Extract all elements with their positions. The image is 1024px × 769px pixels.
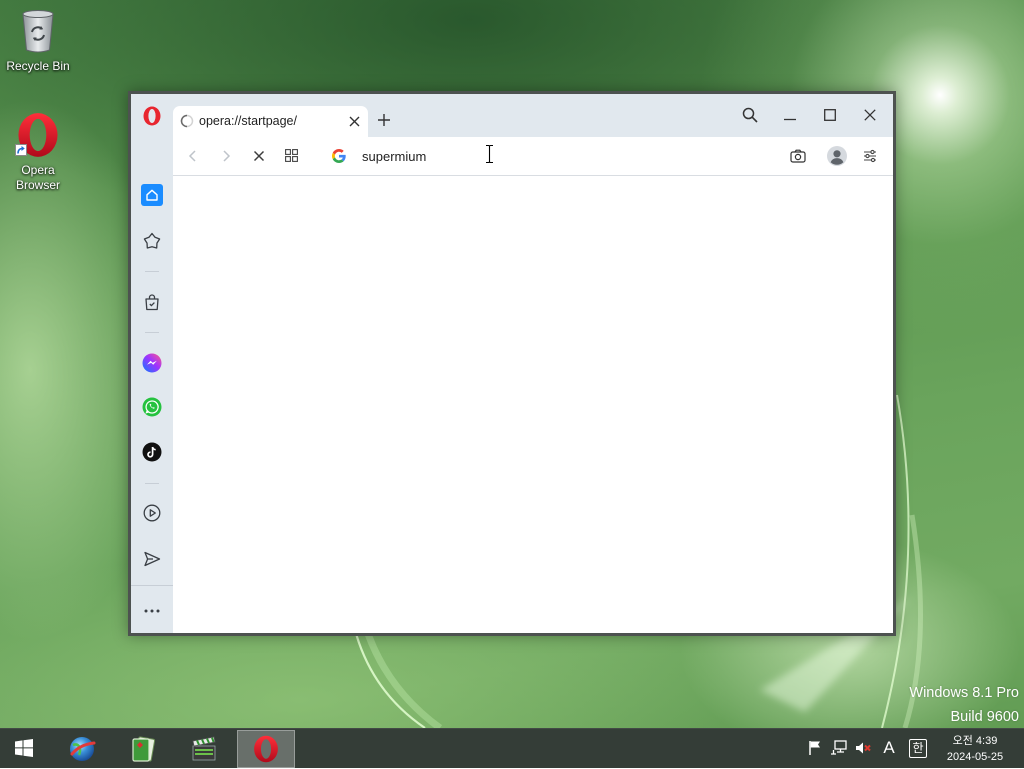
opera-logo-icon (142, 106, 162, 126)
messenger-icon (142, 353, 162, 373)
desktop-icon-label: Recycle Bin (6, 59, 70, 73)
maximize-icon (824, 109, 836, 121)
taskbar-app-cards[interactable] (114, 729, 172, 769)
grid-icon (285, 149, 298, 162)
tab-title: opera://startpage/ (199, 114, 297, 128)
flag-icon (808, 740, 822, 756)
camera-icon (790, 148, 806, 164)
loading-spinner-icon (180, 114, 194, 128)
tab-close-button[interactable] (349, 116, 360, 127)
action-center-button[interactable] (808, 740, 822, 756)
movie-maker-icon (189, 734, 219, 764)
sidebar-item-home[interactable] (141, 184, 163, 206)
easy-setup-button[interactable] (863, 149, 877, 163)
pinboards-icon (143, 232, 161, 250)
sidebar-divider (131, 585, 173, 586)
plus-icon (377, 113, 391, 127)
opera-menu-button[interactable] (142, 106, 162, 126)
text-cursor-icon (485, 144, 494, 164)
window-close-button[interactable] (864, 109, 876, 121)
close-icon (864, 109, 876, 121)
whatsapp-icon (142, 397, 162, 417)
opera-browser-window: opera://startpage/ (128, 91, 896, 636)
settings-sliders-icon (863, 149, 877, 163)
back-button[interactable] (187, 150, 199, 162)
address-bar-input[interactable] (360, 146, 762, 166)
sidebar-item-whatsapp[interactable] (142, 397, 162, 417)
stop-loading-button[interactable] (253, 150, 265, 162)
sidebar-item-send[interactable] (143, 550, 161, 568)
desktop-icon-label: Browser (15, 178, 60, 192)
forward-button[interactable] (220, 150, 232, 162)
sidebar-more-button[interactable] (143, 608, 161, 614)
sidebar-item-player[interactable] (143, 504, 161, 522)
sidebar-item-messenger[interactable] (142, 353, 162, 373)
google-icon (332, 149, 346, 163)
shopping-bag-icon (143, 293, 161, 311)
volume-muted-icon (854, 740, 872, 756)
windows-edition-watermark: Windows 8.1 Pro (909, 685, 1019, 701)
input-language-indicator[interactable]: A (880, 738, 898, 758)
taskbar-app-globe-browser[interactable] (53, 729, 111, 769)
tiktok-icon (142, 442, 162, 462)
taskbar-app-movie-maker[interactable] (175, 729, 233, 769)
search-tabs-button[interactable] (742, 107, 758, 123)
new-tab-button[interactable] (377, 113, 391, 127)
browser-chrome: opera://startpage/ (131, 94, 893, 633)
start-button[interactable] (0, 729, 48, 769)
desktop-icon-recycle-bin[interactable]: Recycle Bin (0, 0, 76, 76)
page-content (173, 176, 893, 633)
clock-time: 오전 4:39 (952, 735, 998, 747)
chevron-right-icon (220, 150, 232, 162)
send-icon (143, 550, 161, 568)
sidebar-divider (145, 483, 159, 484)
browser-main-panel (173, 137, 893, 633)
snapshot-button[interactable] (790, 148, 806, 164)
address-toolbar (173, 137, 893, 176)
search-icon (742, 107, 758, 123)
minimize-icon (783, 108, 797, 122)
desktop-icon-opera-browser[interactable]: Opera Browser (0, 104, 76, 194)
clock-date: 2024-05-25 (946, 751, 1004, 763)
sidebar-item-shopping[interactable] (143, 293, 161, 311)
ime-mode-indicator[interactable]: 한 (909, 739, 927, 758)
close-icon (349, 116, 360, 127)
globe-browser-icon (67, 734, 97, 764)
home-icon (141, 184, 163, 206)
sidebar-divider (145, 332, 159, 333)
tab-overview-button[interactable] (285, 149, 298, 162)
avatar-icon (827, 146, 847, 166)
sidebar-divider (145, 271, 159, 272)
stop-icon (253, 150, 265, 162)
taskbar: A 한 오전 4:39 2024-05-25 (0, 728, 1024, 768)
taskbar-app-opera[interactable] (237, 730, 295, 768)
profile-button[interactable] (827, 146, 847, 166)
network-icon (830, 740, 848, 756)
recycle-bin-icon (20, 8, 56, 54)
network-button[interactable] (830, 740, 848, 756)
maximize-button[interactable] (824, 109, 836, 121)
cards-game-icon (128, 734, 158, 764)
opera-icon (252, 734, 280, 764)
windows-logo-icon (15, 739, 33, 757)
desktop-icon-label: Opera (21, 163, 55, 177)
sidebar-item-tiktok[interactable] (142, 442, 162, 462)
chevron-left-icon (187, 150, 199, 162)
minimize-button[interactable] (783, 108, 797, 122)
sidebar-item-pinboards[interactable] (143, 232, 161, 250)
browser-tab[interactable]: opera://startpage/ (173, 106, 368, 137)
more-icon (143, 608, 161, 614)
player-icon (143, 504, 161, 522)
volume-button[interactable] (854, 740, 872, 756)
shortcut-arrow-icon (15, 144, 27, 156)
windows-build-watermark: Build 9600 (950, 709, 1019, 725)
